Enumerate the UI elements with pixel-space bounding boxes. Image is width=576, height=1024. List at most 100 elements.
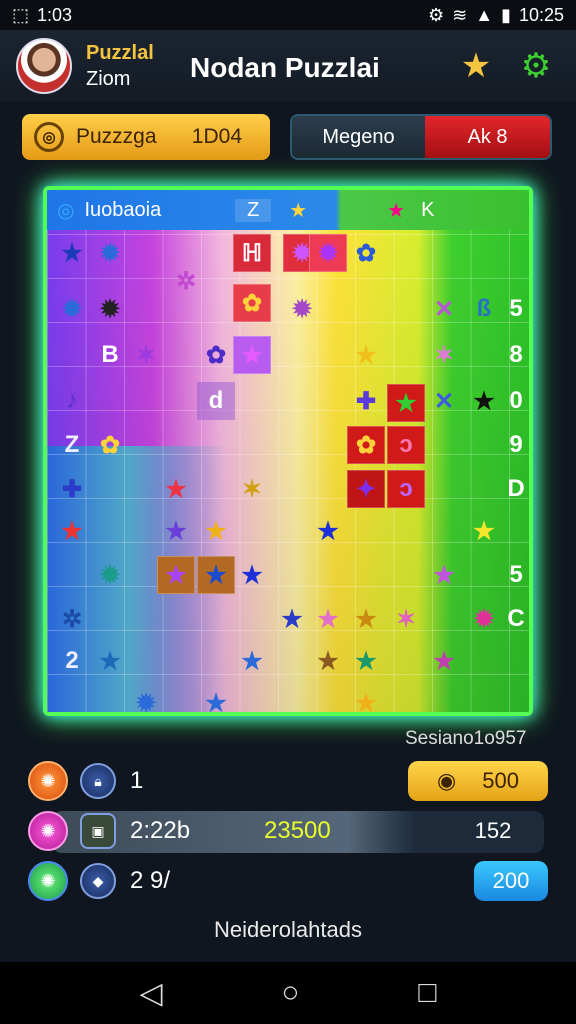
stat-row: ✺ 🔒︎ 1 ◉ 500 [28, 756, 548, 806]
score-value: 23500 [264, 817, 331, 844]
flower-icon[interactable]: ✿ [91, 426, 129, 464]
board-letter[interactable]: D [497, 470, 529, 508]
star-icon[interactable]: ✶ [387, 600, 425, 638]
board-tile[interactable]: ★ [233, 336, 271, 374]
pinwheel-icon[interactable]: ✲ [167, 262, 205, 300]
star-icon[interactable]: ★ [233, 556, 271, 594]
stat-value: 2 9/ [130, 867, 171, 894]
note-icon[interactable]: ♪ [53, 382, 91, 420]
board-tile[interactable]: ↄ [387, 470, 425, 508]
flower-icon[interactable]: ✿ [347, 426, 385, 464]
puzzle-score-pill[interactable]: ◎ Puzzzga 1D04 [22, 114, 270, 160]
lock-icon[interactable]: 🔒︎ [80, 763, 116, 799]
status-time-right: 10:25 [518, 4, 564, 25]
flower-icon[interactable]: ✿ [197, 336, 235, 374]
flower-icon[interactable]: ✹ [91, 290, 129, 328]
mode-toggle[interactable]: Megeno Ak 8 [290, 114, 552, 160]
board-letter[interactable]: d [197, 382, 235, 420]
star-icon[interactable]: ★ [309, 642, 347, 680]
coins-value: 500 [482, 768, 519, 793]
board-letter[interactable]: 8 [497, 336, 529, 374]
gems-button[interactable]: 200 [474, 861, 548, 901]
cross-icon[interactable]: ✚ [53, 470, 91, 508]
vibrate-icon: ⚙ [427, 4, 445, 25]
star-icon[interactable]: ★ [347, 684, 385, 713]
star-icon[interactable]: ★ [197, 684, 235, 713]
gem-icon[interactable]: ◆ [80, 863, 116, 899]
star-icon[interactable]: ★ [53, 512, 91, 550]
star-icon[interactable]: ★ [347, 642, 385, 680]
gear-icon[interactable]: ⚙ [516, 46, 556, 86]
home-icon[interactable]: ○ [281, 976, 299, 1010]
coin-icon: ◎ [34, 122, 64, 152]
flower-icon[interactable]: ✹ [53, 290, 91, 328]
avatar[interactable] [16, 38, 72, 94]
picture-notification-icon: ⬚ [12, 4, 30, 25]
stat-row: ✺ ◆ 2 9/ 200 [28, 856, 548, 906]
star-icon[interactable]: ★ [53, 234, 91, 272]
star-icon[interactable]: ★ [309, 600, 347, 638]
cross-icon[interactable]: ✚ [347, 382, 385, 420]
star-icon[interactable]: ✶ [127, 336, 165, 374]
board-letter[interactable]: 0 [497, 382, 529, 420]
board-letter[interactable]: 2 [53, 642, 91, 680]
board-tile[interactable]: ✹ [309, 234, 347, 272]
puzzle-board[interactable]: ◎ Iuobaoia Z ★ ★ K ℍ ✹ ✹ ✿ ★ ✿ ↄ ↄ ✦ ★ ★… [43, 186, 533, 716]
star-icon[interactable]: ★ [309, 512, 347, 550]
board-letter[interactable]: B [91, 336, 129, 374]
flower-icon[interactable]: ✹ [283, 290, 321, 328]
game-title: Nodan Puzzlai [190, 52, 380, 83]
star-icon[interactable]: ★ [157, 470, 195, 508]
board-letter[interactable]: 9 [497, 426, 529, 464]
flower-icon[interactable]: ✹ [91, 556, 129, 594]
cross-icon[interactable]: ✕ [425, 290, 463, 328]
star-icon[interactable]: ★ [425, 556, 463, 594]
board-tile[interactable]: ★ [387, 384, 425, 422]
board-header-text: Iuobaoia [84, 198, 162, 221]
cross-icon[interactable]: ✕ [425, 382, 463, 420]
flower-icon[interactable]: ✹ [91, 234, 129, 272]
star-icon: ★ [289, 199, 308, 222]
box-icon[interactable]: ▣ [80, 813, 116, 849]
mode-value[interactable]: Ak 8 [425, 116, 550, 158]
board-letter[interactable]: 5 [497, 556, 529, 594]
stat-row: ✺ ▣ 2:22b 23500 152 [28, 806, 548, 856]
coins-button[interactable]: ◉ 500 [408, 761, 548, 801]
star-icon[interactable]: ✶ [233, 470, 271, 508]
flower-icon[interactable]: ✿ [347, 234, 385, 272]
star-house-icon[interactable]: ★ [456, 46, 496, 86]
signal-icon: ▲ [475, 4, 494, 25]
user-info: Puzzlal Ziom [86, 40, 154, 92]
star-icon[interactable]: ★ [347, 600, 385, 638]
fire-orb-icon[interactable]: ✺ [28, 761, 68, 801]
board-letter[interactable]: 5 [497, 290, 529, 328]
game-header: Puzzlal Ziom Nodan Puzzlai ★ ⚙ [0, 30, 576, 102]
green-orb-icon[interactable]: ✺ [28, 861, 68, 901]
mode-label[interactable]: Megeno [292, 116, 425, 158]
star-icon[interactable]: ★ [347, 336, 385, 374]
board-letter[interactable]: Z [53, 426, 91, 464]
star-icon[interactable]: ★ [157, 512, 195, 550]
star-icon[interactable]: ★ [91, 642, 129, 680]
star-icon[interactable]: ★ [425, 642, 463, 680]
recents-icon[interactable]: □ [418, 976, 436, 1010]
star-icon[interactable]: ★ [233, 642, 271, 680]
star-icon[interactable]: ★ [465, 512, 503, 550]
star-icon[interactable]: ★ [273, 600, 311, 638]
pink-orb-icon[interactable]: ✺ [28, 811, 68, 851]
coin-icon: ◉ [437, 768, 457, 793]
user-name: Puzzlal [86, 42, 154, 64]
flower-icon[interactable]: ✹ [127, 684, 165, 713]
back-icon[interactable]: ◁ [139, 976, 162, 1011]
board-tile[interactable]: ★ [157, 556, 195, 594]
star-icon[interactable]: ✶ [425, 336, 463, 374]
star-icon: ★ [387, 199, 406, 222]
star-icon[interactable]: ★ [197, 512, 235, 550]
board-tile[interactable]: ↄ [387, 426, 425, 464]
board-letter[interactable]: C [497, 600, 529, 638]
board-tile[interactable]: ✦ [347, 470, 385, 508]
board-tile[interactable]: ★ [197, 556, 235, 594]
board-tile[interactable]: ✿ [233, 284, 271, 322]
sparkle-icon[interactable]: ✲ [53, 600, 91, 638]
board-tile[interactable]: ℍ [233, 234, 271, 272]
